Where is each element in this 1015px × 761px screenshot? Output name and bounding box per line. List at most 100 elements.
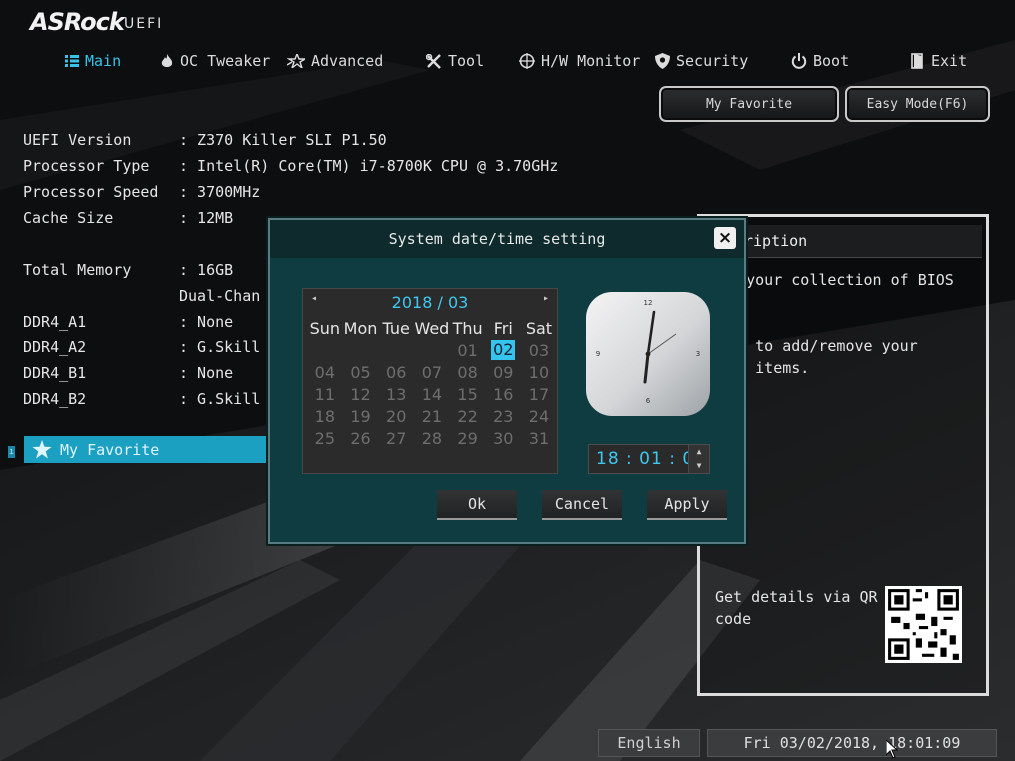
- nav-boot[interactable]: Boot: [791, 50, 849, 72]
- list-icon: [65, 55, 79, 67]
- calendar-day[interactable]: 03: [521, 339, 557, 361]
- info-label: DDR4_B1: [23, 364, 87, 382]
- calendar-day[interactable]: 25: [307, 427, 343, 449]
- calendar-day[interactable]: 13: [378, 383, 414, 405]
- weekday-header: Tue: [382, 318, 410, 338]
- asrock-logo: ASRock: [30, 8, 125, 36]
- favorite-marker: ı: [8, 446, 15, 458]
- calendar-day[interactable]: 19: [343, 405, 379, 427]
- uefi-logo-text: UEFI: [124, 16, 164, 32]
- analog-clock: 12 3 6 9: [586, 292, 710, 416]
- calendar-day[interactable]: 21: [414, 405, 450, 427]
- ok-button[interactable]: Ok: [437, 490, 517, 520]
- nav-exit-label: Exit: [931, 52, 968, 70]
- calendar-day[interactable]: 14: [414, 383, 450, 405]
- clock-number: 6: [646, 397, 651, 405]
- calendar-day-number: 11: [314, 384, 336, 404]
- nav-advanced-label: Advanced: [311, 52, 384, 70]
- calendar-day[interactable]: 23: [485, 405, 521, 427]
- calendar-day[interactable]: 31: [521, 427, 557, 449]
- calendar-day[interactable]: 18: [307, 405, 343, 427]
- calendar-day[interactable]: 11: [307, 383, 343, 405]
- nav-main-label: Main: [85, 52, 122, 70]
- star-icon: [287, 54, 305, 68]
- time-input[interactable]: 18 : 01 : 09 ▲ ▼: [588, 444, 710, 474]
- calendar-day[interactable]: 16: [485, 383, 521, 405]
- calendar-day[interactable]: 01: [450, 339, 486, 361]
- nav-oc-tweaker-label: OC Tweaker: [180, 52, 271, 70]
- flame-icon: [161, 53, 173, 67]
- calendar-day[interactable]: 30: [485, 427, 521, 449]
- time-down-icon[interactable]: ▼: [688, 459, 709, 473]
- apply-button[interactable]: Apply: [647, 490, 727, 520]
- calendar-day-number: 31: [528, 428, 550, 448]
- language-button[interactable]: English: [598, 729, 700, 757]
- calendar-day-number: 21: [421, 406, 443, 426]
- nav-oc-tweaker[interactable]: OC Tweaker: [160, 50, 270, 72]
- calendar-empty-cell: [378, 339, 414, 361]
- calendar-empty-cell: [307, 339, 343, 361]
- weekday-header: Wed: [414, 318, 450, 338]
- star-icon: [32, 440, 52, 459]
- clock-number: 3: [696, 350, 700, 358]
- calendar-day[interactable]: 15: [450, 383, 486, 405]
- nav-hw-monitor[interactable]: H/W Monitor: [519, 50, 640, 72]
- my-favorite-item[interactable]: My Favorite: [24, 436, 274, 463]
- calendar-day[interactable]: 20: [378, 405, 414, 427]
- calendar-day-number: 17: [528, 384, 550, 404]
- calendar-day[interactable]: 17: [521, 383, 557, 405]
- qr-caption: Get details via QR code: [715, 588, 878, 628]
- nav-tool-label: Tool: [448, 52, 485, 70]
- easy-mode-button[interactable]: Easy Mode(F6): [845, 86, 990, 122]
- info-value: : Intel(R) Core(TM) i7-8700K CPU @ 3.70G…: [179, 157, 559, 175]
- calendar: ◂ 2018 / 03 ▸ Sun Mon Tue Wed Thu Fri Sat 01 02 0…: [302, 288, 558, 474]
- clock-number: 12: [644, 299, 653, 307]
- clock-number: 9: [596, 350, 600, 358]
- calendar-day-number: 20: [386, 406, 407, 426]
- calendar-day[interactable]: 07: [414, 361, 450, 383]
- calendar-day-number: 14: [421, 384, 443, 404]
- calendar-day[interactable]: 29: [450, 427, 486, 449]
- calendar-day[interactable]: 24: [521, 405, 557, 427]
- info-label: Cache Size: [23, 209, 114, 227]
- description-text: lay your collection of BIOS s.: [710, 271, 954, 311]
- calendar-day-selected[interactable]: 02: [485, 339, 521, 361]
- calendar-day[interactable]: 28: [414, 427, 450, 449]
- calendar-day[interactable]: 27: [378, 427, 414, 449]
- calendar-day[interactable]: 26: [343, 427, 379, 449]
- cancel-button[interactable]: Cancel: [542, 490, 622, 520]
- info-value: : G.Skill 8: [179, 338, 279, 356]
- calendar-day-number: 08: [457, 362, 478, 382]
- calendar-day-number: 15: [457, 384, 478, 404]
- nav-tool[interactable]: Tool: [426, 50, 484, 72]
- my-favorite-button[interactable]: My Favorite: [659, 86, 839, 122]
- nav-advanced[interactable]: Advanced: [287, 50, 383, 72]
- info-value: : G.Skill 8: [179, 390, 279, 408]
- calendar-day-number: 05: [350, 362, 371, 382]
- calendar-day[interactable]: 10: [521, 361, 557, 383]
- calendar-day-number: 19: [350, 406, 371, 426]
- info-value: : None: [179, 313, 234, 331]
- calendar-day[interactable]: 04: [307, 361, 343, 383]
- nav-main[interactable]: Main: [65, 50, 121, 72]
- calendar-day-number: 30: [493, 428, 514, 448]
- next-month-icon[interactable]: ▸: [543, 293, 549, 304]
- info-label: Total Memory: [23, 261, 132, 279]
- calendar-day[interactable]: 09: [485, 361, 521, 383]
- calendar-day-number: 28: [421, 428, 443, 448]
- calendar-day[interactable]: 05: [343, 361, 379, 383]
- calendar-day[interactable]: 06: [378, 361, 414, 383]
- nav-exit[interactable]: Exit: [911, 50, 967, 72]
- weekday-header: Sat: [525, 318, 553, 338]
- datetime-display[interactable]: Fri 03/02/2018, 18:01:09: [707, 729, 997, 757]
- close-icon[interactable]: ×: [714, 227, 736, 249]
- calendar-day[interactable]: 22: [450, 405, 486, 427]
- calendar-day[interactable]: 08: [450, 361, 486, 383]
- nav-boot-label: Boot: [813, 52, 850, 70]
- calendar-day[interactable]: 12: [343, 383, 379, 405]
- dialog-title: System date/time setting: [388, 230, 606, 248]
- nav-security-label: Security: [676, 52, 749, 70]
- nav-security[interactable]: Security: [655, 50, 748, 72]
- time-up-icon[interactable]: ▲: [688, 445, 709, 460]
- calendar-day-number: 09: [493, 362, 514, 382]
